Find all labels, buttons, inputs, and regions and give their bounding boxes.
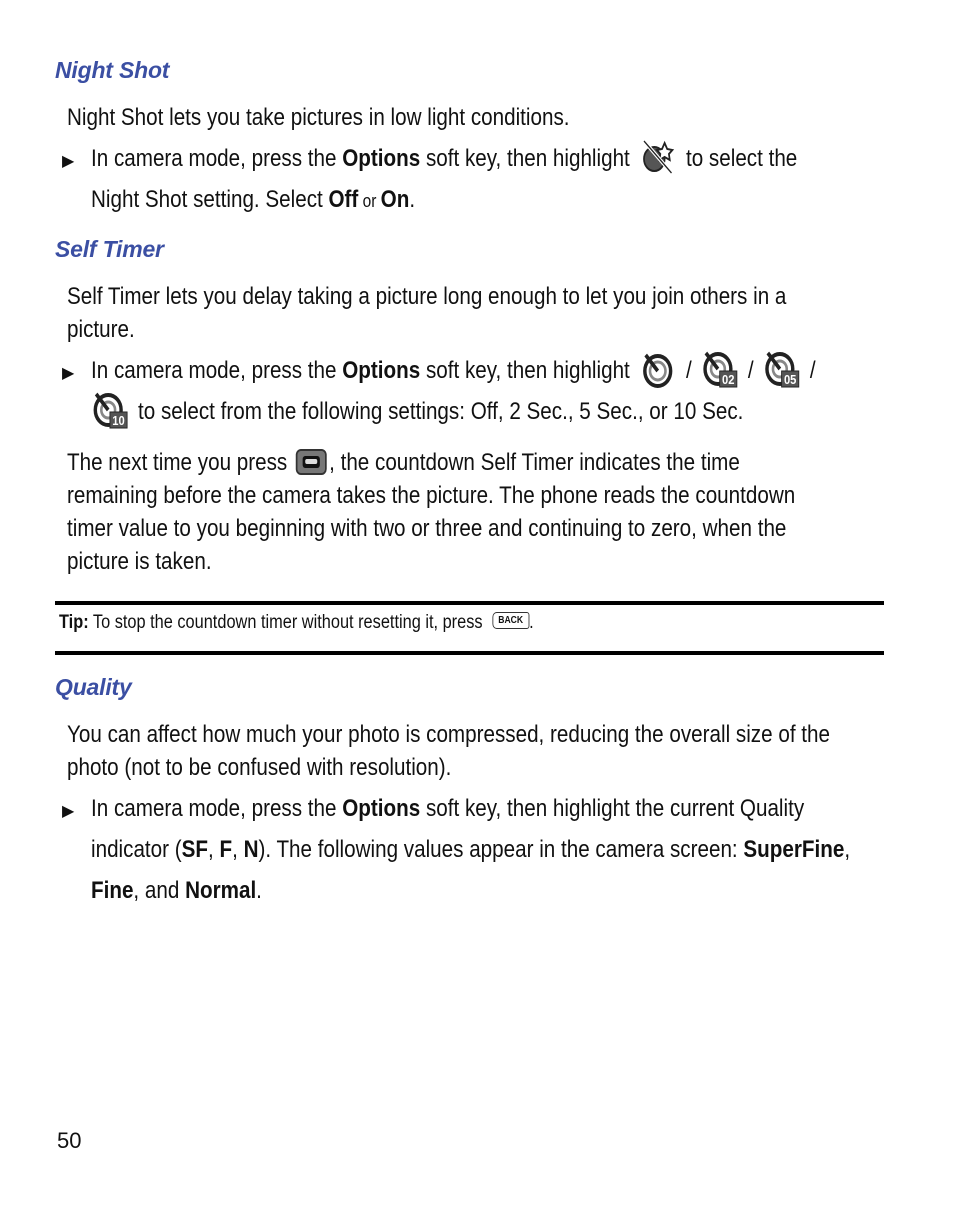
tip-box: Tip: To stop the countdown timer without… (59, 612, 611, 634)
bullet-arrow-icon: ▶ (62, 365, 75, 382)
step-text: , (844, 836, 851, 863)
timer-2sec-icon: 02 (701, 349, 739, 389)
heading-text: Quality (55, 674, 132, 700)
step-text: soft key, then highlight the current Qua… (420, 795, 805, 822)
intro-text: Self Timer lets you delay taking a pictu… (67, 283, 787, 310)
step-line-2: Night Shot setting. Select Off or On. (91, 179, 797, 220)
timer-5sec-icon: 05 (763, 349, 801, 389)
para-text: , the countdown Self Timer indicates the… (329, 449, 740, 476)
sf-label: SF (181, 836, 209, 863)
step-text: indicator ( (91, 836, 182, 863)
step-line-1: In camera mode, press the Options soft k… (91, 138, 797, 179)
back-key-icon: BACK (492, 612, 530, 630)
svg-text:02: 02 (722, 372, 735, 387)
para-line: timer value to you beginning with two or… (67, 515, 787, 542)
bullet-arrow-icon: ▶ (62, 803, 75, 820)
options-label: Options (342, 357, 421, 384)
heading-text: Self Timer (55, 236, 164, 262)
bullet-arrow-icon: ▶ (62, 153, 75, 170)
separator: / (804, 357, 816, 384)
n-label: N (243, 836, 259, 863)
step-text: ). The following values appear in the ca… (258, 836, 744, 863)
intro-text: photo (not to be confused with resolutio… (67, 754, 452, 781)
camera-key-icon (295, 448, 328, 476)
para-line: The next time you press , the countdown … (67, 446, 795, 479)
f-label: F (219, 836, 233, 863)
step-text: , (232, 836, 244, 863)
self-timer-intro: Self Timer lets you delay taking a pictu… (67, 280, 904, 346)
tip-bottom-rule (55, 651, 884, 655)
separator: / (680, 357, 698, 384)
step-text: or (358, 191, 381, 211)
step-text: , (208, 836, 220, 863)
heading-self-timer: Self Timer (55, 236, 164, 263)
step-line-1: In camera mode, press the Options soft k… (91, 788, 850, 829)
step-line-2: indicator (SF, F, N). The following valu… (91, 829, 850, 870)
heading-text: Night Shot (55, 57, 170, 83)
on-label: On (380, 186, 410, 213)
step-text: In camera mode, press the (91, 357, 343, 384)
timer-off-icon (639, 349, 677, 389)
step-line-3: Fine, and Normal. (91, 870, 850, 911)
tip-line: Tip: To stop the countdown timer without… (59, 612, 534, 634)
self-timer-step: In camera mode, press the Options soft k… (91, 350, 934, 432)
tip-label: Tip: (59, 612, 89, 633)
step-line-1: In camera mode, press the Options soft k… (91, 350, 816, 391)
step-text: . (256, 877, 262, 904)
heading-quality: Quality (55, 674, 132, 701)
tip-top-rule (55, 601, 884, 605)
night-shot-intro: Night Shot lets you take pictures in low… (67, 101, 651, 134)
quality-intro: You can affect how much your photo is co… (67, 718, 954, 784)
tip-text: . (529, 612, 534, 633)
svg-text:10: 10 (112, 413, 125, 428)
step-line-2: 10 to select from the following settings… (91, 391, 816, 432)
step-text: soft key, then highlight (420, 145, 636, 172)
step-text: In camera mode, press the (91, 795, 343, 822)
quality-step: In camera mode, press the Options soft k… (91, 788, 954, 911)
options-label: Options (342, 795, 421, 822)
superfine-label: SuperFine (743, 836, 845, 863)
tip-text: To stop the countdown timer without rese… (88, 612, 488, 633)
intro-text: Night Shot lets you take pictures in low… (67, 104, 570, 131)
options-label: Options (342, 145, 421, 172)
svg-text:05: 05 (784, 372, 797, 387)
night-shot-icon (639, 137, 677, 177)
self-timer-paragraph: The next time you press , the countdown … (67, 446, 914, 578)
fine-label: Fine (91, 877, 134, 904)
para-line: remaining before the camera takes the pi… (67, 482, 796, 509)
timer-10sec-icon: 10 (91, 390, 129, 430)
para-line: picture is taken. (67, 548, 212, 575)
step-text: Night Shot setting. Select (91, 186, 329, 213)
normal-label: Normal (185, 877, 257, 904)
step-text: In camera mode, press the (91, 145, 343, 172)
night-shot-step: In camera mode, press the Options soft k… (91, 138, 912, 220)
intro-text: You can affect how much your photo is co… (67, 721, 830, 748)
separator: / (742, 357, 760, 384)
step-text: soft key, then highlight (420, 357, 636, 384)
off-label: Off (328, 186, 359, 213)
para-text: The next time you press (67, 449, 293, 476)
step-text: to select from the following settings: O… (132, 398, 744, 425)
page-number: 50 (57, 1128, 82, 1153)
heading-night-shot: Night Shot (55, 57, 169, 84)
step-text: . (409, 186, 416, 213)
step-text: to select the (680, 145, 798, 172)
step-text: , and (133, 877, 186, 904)
intro-text: picture. (67, 316, 135, 343)
